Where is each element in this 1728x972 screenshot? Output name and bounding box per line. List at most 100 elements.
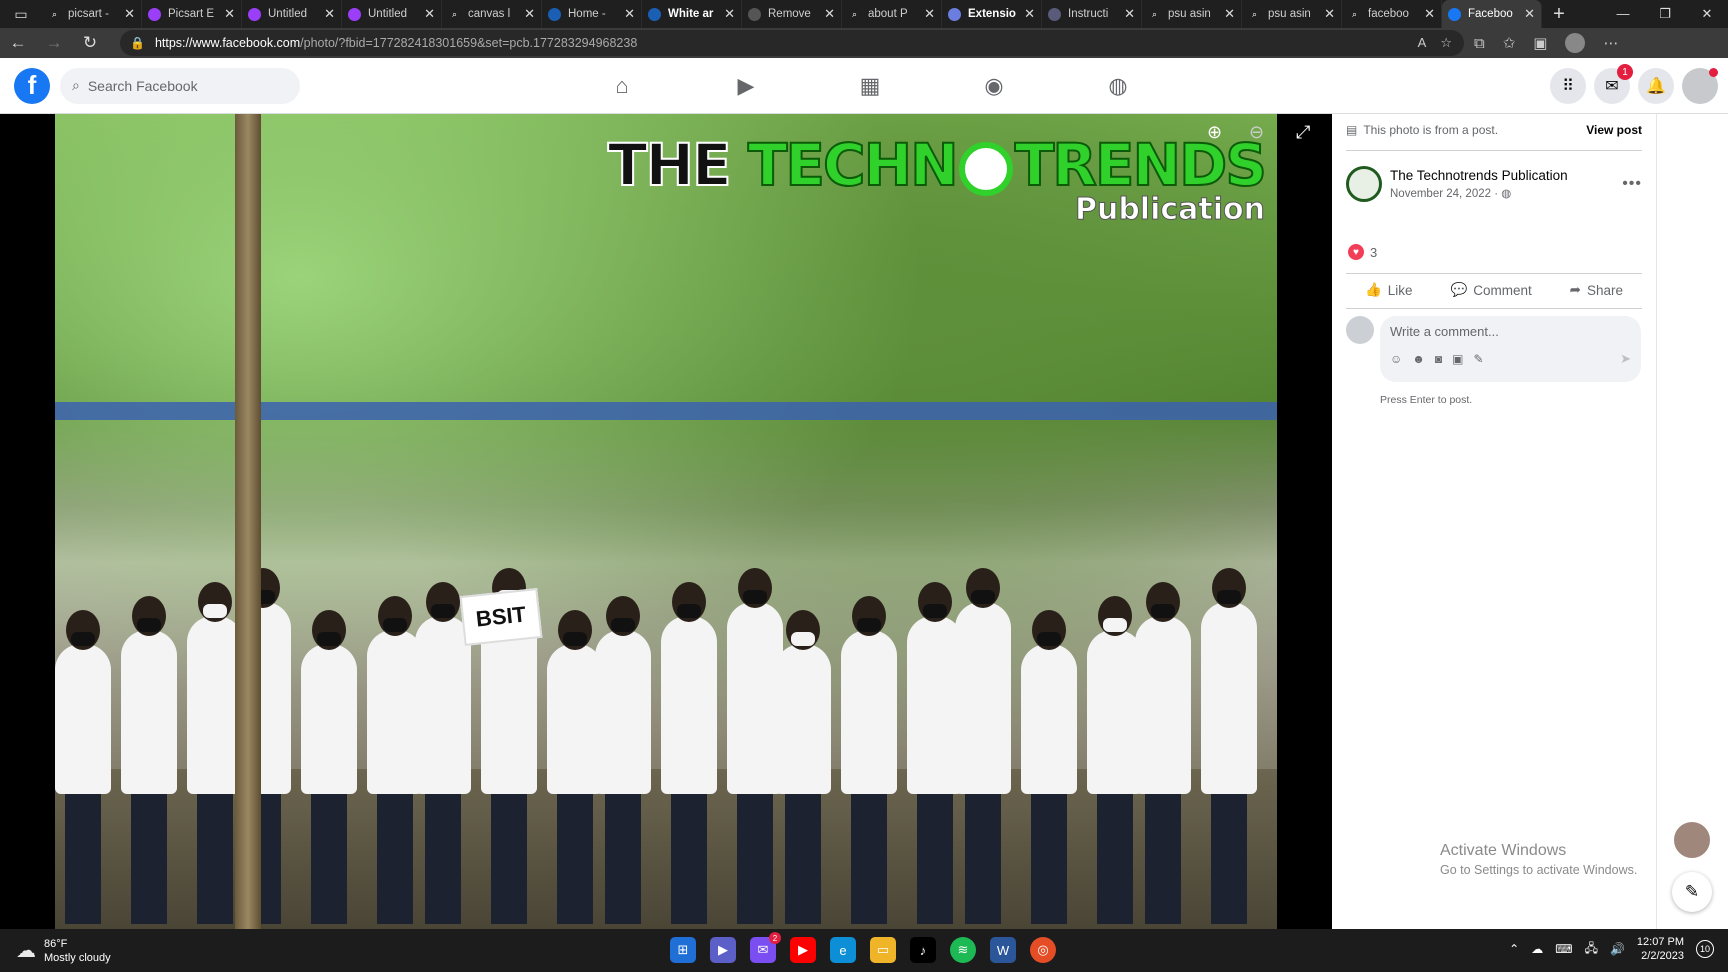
comment-button[interactable]: 💬 Comment xyxy=(1450,282,1531,298)
like-button[interactable]: 👍 Like xyxy=(1365,282,1413,298)
tab-close-icon[interactable]: ✕ xyxy=(824,6,835,22)
groups-icon[interactable]: ◉ xyxy=(932,58,1056,114)
avatar-sticker-icon[interactable]: ☺ xyxy=(1390,352,1402,366)
tab-close-icon[interactable]: ✕ xyxy=(1424,6,1435,22)
reaction-summary[interactable]: ♥ 3 xyxy=(1348,244,1377,260)
extensions-icon[interactable]: ⧉ xyxy=(1474,35,1485,52)
tab-close-icon[interactable]: ✕ xyxy=(224,6,235,22)
tab-close-icon[interactable]: ✕ xyxy=(724,6,735,22)
youtube-icon[interactable]: ▶ xyxy=(790,937,816,963)
gaming-icon[interactable]: ◍ xyxy=(1056,58,1180,114)
facebook-logo[interactable]: f xyxy=(14,67,50,104)
restore-icon[interactable]: ❐ xyxy=(1644,6,1686,22)
browser-tab[interactable]: Untitled ✕ xyxy=(242,0,342,28)
camera-icon[interactable]: ◙ xyxy=(1435,352,1442,366)
settings-more-icon[interactable]: ⋯ xyxy=(1603,34,1618,52)
messenger-app-icon[interactable]: ✉ 2 xyxy=(750,932,781,963)
browser-tab[interactable]: ⌕ faceboo ✕ xyxy=(1342,0,1442,28)
menu-grid-icon[interactable]: ⠿ xyxy=(1550,68,1586,104)
collections-icon[interactable]: ▣ xyxy=(1533,34,1547,52)
weather-widget[interactable]: ☁ 86°F Mostly cloudy xyxy=(16,938,111,964)
zoom-out-icon[interactable]: ⊖ xyxy=(1249,122,1264,143)
marketplace-icon[interactable]: ▦ xyxy=(808,58,932,114)
tab-actions-menu-icon[interactable]: ▭ xyxy=(0,0,42,28)
favorites-icon[interactable]: ✩ xyxy=(1503,34,1516,52)
view-post-link[interactable]: View post xyxy=(1586,123,1642,137)
system-clock[interactable]: 12:07 PM 2/2/2023 xyxy=(1637,935,1684,963)
home-icon[interactable]: ⌂ xyxy=(560,58,684,114)
facebook-search-input[interactable]: ⌕ Search Facebook xyxy=(60,67,300,104)
file-explorer-icon[interactable]: ▭ xyxy=(870,937,896,963)
tab-close-icon[interactable]: ✕ xyxy=(324,6,335,22)
browser-tab[interactable]: Home - ✕ xyxy=(542,0,642,28)
tiktok-icon[interactable]: ♪ xyxy=(910,937,936,963)
back-icon[interactable]: ← xyxy=(0,29,36,57)
notification-center-badge[interactable]: 10 xyxy=(1696,940,1714,958)
tab-close-icon[interactable]: ✕ xyxy=(924,6,935,22)
comment-input[interactable]: Write a comment... ☺ ☻ ◙ ▣ ✎ ➤ xyxy=(1380,316,1641,382)
browser-tab[interactable]: White ar ✕ xyxy=(642,0,742,28)
send-icon[interactable]: ➤ xyxy=(1620,351,1631,367)
start-menu-icon[interactable]: ⊞ xyxy=(670,937,696,963)
tab-close-icon[interactable]: ✕ xyxy=(624,6,635,22)
tab-close-icon[interactable]: ✕ xyxy=(524,6,535,22)
address-bar[interactable]: 🔒 https://www.facebook.com/photo/?fbid=1… xyxy=(120,30,1464,56)
spotify-icon[interactable]: ≋ xyxy=(950,937,976,963)
keyboard-icon[interactable]: ⌨ xyxy=(1555,942,1572,956)
browser-tab[interactable]: Extensio ✕ xyxy=(942,0,1042,28)
volume-icon[interactable]: 🔊 xyxy=(1610,942,1625,956)
read-aloud-icon[interactable]: A xyxy=(1418,35,1427,51)
watch-icon[interactable]: ▶ xyxy=(684,58,808,114)
favorite-star-icon[interactable]: ☆ xyxy=(1440,35,1452,51)
refresh-icon[interactable]: ↻ xyxy=(72,29,108,57)
more-options-icon[interactable]: ••• xyxy=(1622,175,1642,193)
browser-tab[interactable]: ⌕ canvas l ✕ xyxy=(442,0,542,28)
edge-icon[interactable]: e xyxy=(830,937,856,963)
tab-close-icon[interactable]: ✕ xyxy=(1024,6,1035,22)
author-name[interactable]: The Technotrends Publication xyxy=(1390,168,1568,183)
onedrive-icon[interactable]: ☁ xyxy=(1531,942,1543,956)
account-avatar[interactable] xyxy=(1682,68,1718,104)
tab-close-icon[interactable]: ✕ xyxy=(1224,6,1235,22)
chrome-icon[interactable]: ◎ xyxy=(1030,937,1056,963)
photo-person-head xyxy=(786,610,820,650)
tab-close-icon[interactable]: ✕ xyxy=(124,6,135,22)
browser-tab[interactable]: ⌕ psu asin ✕ xyxy=(1242,0,1342,28)
sticker-icon[interactable]: ✎ xyxy=(1474,352,1484,366)
post-date[interactable]: November 24, 2022 · ◍ xyxy=(1390,186,1568,200)
gif-icon[interactable]: ▣ xyxy=(1452,352,1463,366)
post-photo[interactable]: THE TECHN TRENDS Publication BSIT xyxy=(55,114,1277,929)
browser-tab[interactable]: ⌕ picsart - ✕ xyxy=(42,0,142,28)
browser-tab[interactable]: Faceboo ✕ xyxy=(1442,0,1542,28)
browser-tab[interactable]: Remove ✕ xyxy=(742,0,842,28)
commenter-avatar[interactable] xyxy=(1346,316,1374,344)
share-button[interactable]: ➦ Share xyxy=(1570,282,1623,298)
minimize-icon[interactable]: — xyxy=(1602,6,1644,22)
new-tab-button[interactable]: + xyxy=(1542,0,1576,28)
emoji-icon[interactable]: ☻ xyxy=(1412,352,1425,366)
tab-close-icon[interactable]: ✕ xyxy=(1124,6,1135,22)
forward-icon[interactable]: → xyxy=(36,29,72,57)
network-icon[interactable]: 🖧 xyxy=(1585,939,1598,960)
browser-tab[interactable]: Instructi ✕ xyxy=(1042,0,1142,28)
browser-tab[interactable]: Picsart E ✕ xyxy=(142,0,242,28)
browser-tab[interactable]: Untitled ✕ xyxy=(342,0,442,28)
tab-close-icon[interactable]: ✕ xyxy=(1524,6,1535,22)
tab-close-icon[interactable]: ✕ xyxy=(424,6,435,22)
notifications-bell-icon[interactable]: 🔔 xyxy=(1638,68,1674,104)
word-icon[interactable]: W xyxy=(990,937,1016,963)
teams-icon[interactable]: ▶ xyxy=(710,937,736,963)
browser-tab[interactable]: ⌕ psu asin ✕ xyxy=(1142,0,1242,28)
close-window-icon[interactable]: ✕ xyxy=(1686,6,1728,22)
author-avatar[interactable] xyxy=(1346,166,1382,202)
fullscreen-icon[interactable]: ⤢ xyxy=(1296,122,1310,143)
show-hidden-icons-chevron-icon[interactable]: ⌃ xyxy=(1509,942,1519,956)
browser-tab[interactable]: ⌕ about P ✕ xyxy=(842,0,942,28)
lock-icon[interactable]: 🔒 xyxy=(130,36,145,50)
new-message-icon[interactable]: ✎ xyxy=(1672,872,1712,912)
messenger-icon[interactable]: ✉ 1 xyxy=(1594,64,1633,104)
tab-close-icon[interactable]: ✕ xyxy=(1324,6,1335,22)
chat-head-avatar[interactable] xyxy=(1672,820,1712,860)
profile-avatar[interactable] xyxy=(1565,33,1586,53)
zoom-in-icon[interactable]: ⊕ xyxy=(1207,122,1222,143)
